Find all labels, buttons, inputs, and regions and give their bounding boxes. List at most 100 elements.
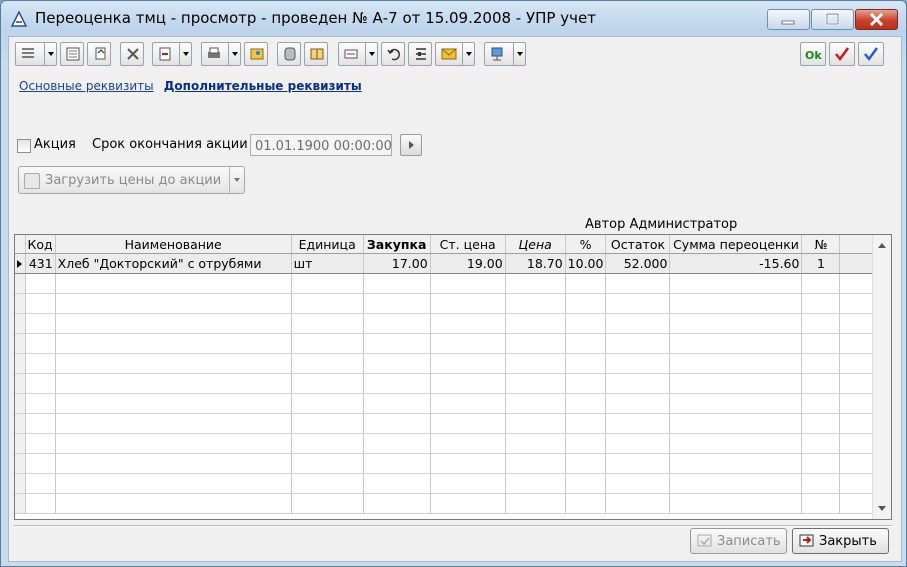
chevron-down-icon[interactable] — [44, 43, 56, 65]
cell-empty[interactable] — [801, 373, 841, 394]
minimize-button[interactable] — [767, 9, 810, 30]
cell-empty[interactable] — [801, 393, 841, 414]
cell-empty[interactable] — [55, 273, 292, 294]
cell-empty[interactable] — [25, 273, 56, 294]
cell-empty[interactable] — [565, 293, 607, 314]
vertical-scrollbar[interactable] — [872, 235, 891, 519]
cell-empty[interactable] — [669, 393, 803, 414]
cell-empty[interactable] — [505, 273, 566, 294]
cell-empty[interactable] — [363, 493, 431, 514]
table-row-empty[interactable] — [15, 353, 881, 374]
cell-empty[interactable] — [363, 353, 431, 374]
col-header-revaluation-sum[interactable]: Сумма переоценки — [669, 235, 803, 254]
cell-empty[interactable] — [565, 313, 607, 334]
book-button[interactable] — [304, 42, 328, 66]
cell-empty[interactable] — [25, 473, 56, 494]
cell-empty[interactable] — [363, 413, 431, 434]
table-row[interactable]: 431 Хлеб "Докторский" с отрубями шт 17.0… — [15, 253, 881, 274]
cell-empty[interactable] — [605, 373, 671, 394]
cell-empty[interactable] — [55, 453, 292, 474]
print-button[interactable] — [201, 42, 241, 66]
chevron-down-icon[interactable] — [228, 43, 240, 65]
cell-empty[interactable] — [430, 433, 506, 454]
col-header-stock[interactable]: Остаток — [605, 235, 671, 254]
col-header-code[interactable]: Код — [25, 235, 56, 254]
cell-empty[interactable] — [291, 413, 364, 434]
col-header-unit[interactable]: Единица — [291, 235, 364, 254]
cell-empty[interactable] — [55, 473, 292, 494]
cell-empty[interactable] — [605, 293, 671, 314]
cell-empty[interactable] — [291, 473, 364, 494]
close-window-button[interactable] — [855, 9, 898, 30]
close-button[interactable]: Закрыть — [792, 528, 889, 554]
title-bar[interactable]: Переоценка тмц - просмотр - проведен № А… — [1, 1, 906, 35]
cell-empty[interactable] — [505, 453, 566, 474]
tab-main-details[interactable]: Основные реквизиты — [19, 79, 154, 93]
maximize-button[interactable] — [811, 9, 854, 30]
cell-empty[interactable] — [505, 353, 566, 374]
cell-empty[interactable] — [801, 353, 841, 374]
structure-button[interactable] — [408, 42, 432, 66]
cell-number[interactable]: 1 — [801, 253, 841, 274]
cell-empty[interactable] — [505, 313, 566, 334]
cell-empty[interactable] — [669, 273, 803, 294]
cell-empty[interactable] — [291, 433, 364, 454]
copy-button[interactable] — [87, 42, 111, 66]
cell-empty[interactable] — [291, 373, 364, 394]
col-header-name[interactable]: Наименование — [55, 235, 292, 254]
cell-empty[interactable] — [363, 273, 431, 294]
cell-empty[interactable] — [55, 373, 292, 394]
confirm-button[interactable] — [858, 42, 884, 66]
cell-empty[interactable] — [505, 373, 566, 394]
table-row-empty[interactable] — [15, 493, 881, 514]
table-row-empty[interactable] — [15, 473, 881, 494]
cell-empty[interactable] — [605, 393, 671, 414]
cell-empty[interactable] — [565, 373, 607, 394]
cell-empty[interactable] — [669, 373, 803, 394]
cell-empty[interactable] — [801, 313, 841, 334]
table-row-empty[interactable] — [15, 373, 881, 394]
cell-percent[interactable]: 10.00 — [565, 253, 607, 274]
cell-empty[interactable] — [291, 453, 364, 474]
cell-empty[interactable] — [25, 493, 56, 514]
cell-empty[interactable] — [669, 413, 803, 434]
cell-empty[interactable] — [605, 413, 671, 434]
col-header-old-price[interactable]: Ст. цена — [430, 235, 506, 254]
cell-empty[interactable] — [55, 333, 292, 354]
cell-name[interactable]: Хлеб "Докторский" с отрубями — [55, 253, 292, 274]
cell-empty[interactable] — [505, 413, 566, 434]
cell-empty[interactable] — [801, 333, 841, 354]
cell-empty[interactable] — [605, 493, 671, 514]
col-header-percent[interactable]: % — [565, 235, 607, 254]
promo-checkbox[interactable] — [17, 139, 31, 153]
cell-empty[interactable] — [430, 333, 506, 354]
cell-empty[interactable] — [363, 293, 431, 314]
cell-empty[interactable] — [430, 413, 506, 434]
cell-empty[interactable] — [669, 353, 803, 374]
cell-empty[interactable] — [55, 293, 292, 314]
cell-empty[interactable] — [25, 393, 56, 414]
promo-end-date-input[interactable] — [250, 134, 392, 156]
cell-empty[interactable] — [669, 453, 803, 474]
cell-empty[interactable] — [291, 393, 364, 414]
cell-empty[interactable] — [801, 473, 841, 494]
cell-empty[interactable] — [565, 273, 607, 294]
cell-empty[interactable] — [25, 353, 56, 374]
card-button[interactable] — [338, 42, 378, 66]
cell-empty[interactable] — [605, 473, 671, 494]
form-button[interactable] — [60, 42, 84, 66]
tab-extra-details[interactable]: Дополнительные реквизиты — [164, 79, 362, 93]
cell-empty[interactable] — [55, 413, 292, 434]
table-row-empty[interactable] — [15, 433, 881, 454]
cell-empty[interactable] — [430, 293, 506, 314]
cell-empty[interactable] — [430, 453, 506, 474]
chevron-down-icon[interactable] — [229, 167, 244, 193]
cell-empty[interactable] — [291, 493, 364, 514]
cell-empty[interactable] — [605, 433, 671, 454]
cell-code[interactable]: 431 — [25, 253, 56, 274]
cell-empty[interactable] — [565, 433, 607, 454]
chevron-down-icon[interactable] — [513, 43, 525, 65]
cell-empty[interactable] — [363, 393, 431, 414]
table-row-empty[interactable] — [15, 273, 881, 294]
cell-empty[interactable] — [565, 473, 607, 494]
